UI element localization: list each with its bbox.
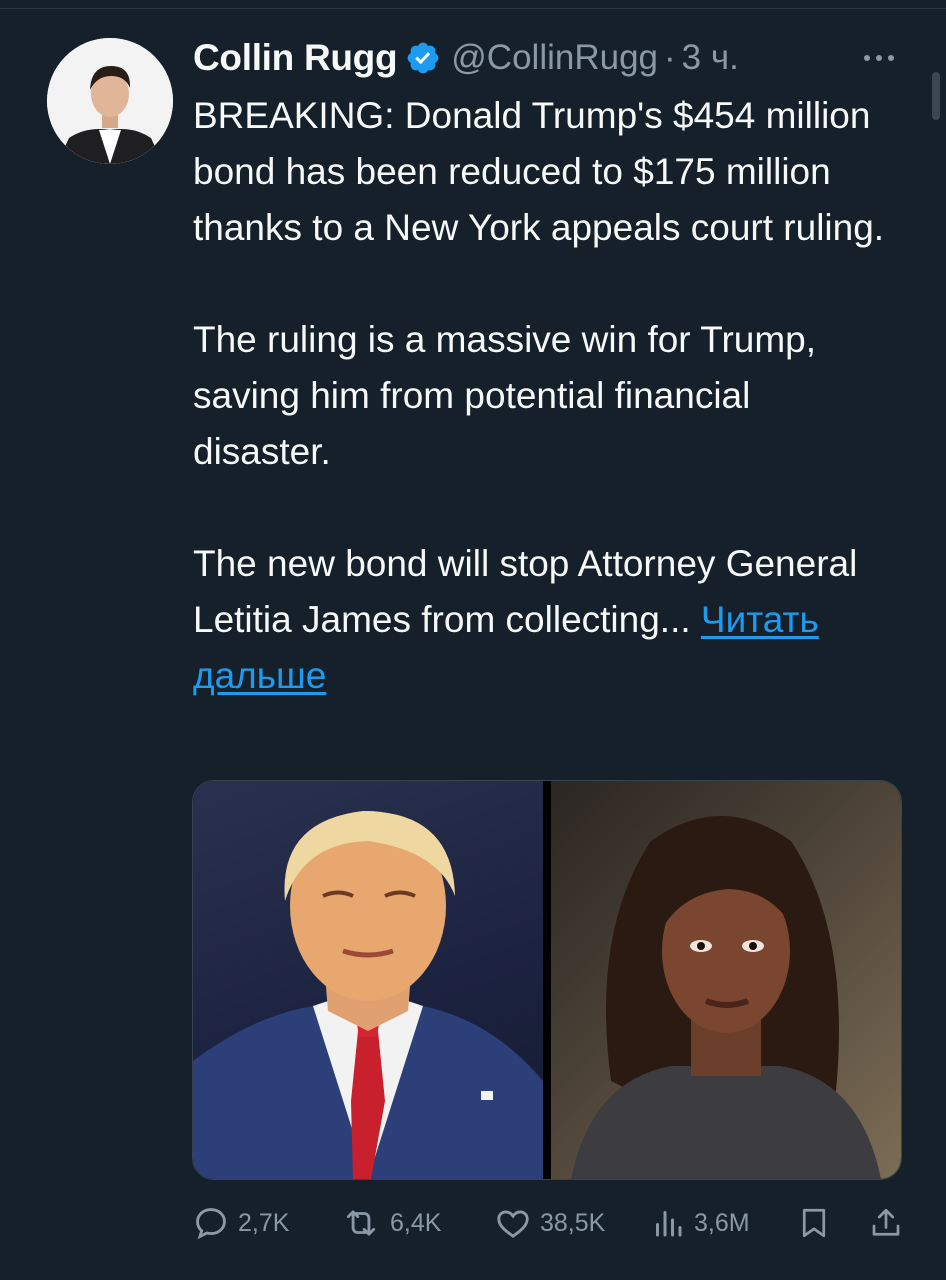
bookmark-button[interactable] bbox=[796, 1198, 840, 1248]
bookmark-icon bbox=[802, 1208, 826, 1238]
share-icon bbox=[872, 1208, 900, 1236]
author-handle[interactable]: @CollinRugg bbox=[451, 38, 658, 78]
action-bar: 2,7K 6,4K 38,5K 3,6M bbox=[192, 1198, 904, 1248]
like-count: 38,5K bbox=[540, 1208, 606, 1237]
timestamp[interactable]: 3 ч. bbox=[682, 38, 739, 78]
views-icon bbox=[656, 1211, 682, 1237]
more-icon[interactable] bbox=[856, 40, 902, 76]
verified-badge-icon bbox=[407, 42, 439, 74]
author-name[interactable]: Collin Rugg bbox=[193, 37, 398, 79]
views-count: 3,6M bbox=[694, 1208, 750, 1237]
tweet-paragraph-2: The ruling is a massive win for Trump, s… bbox=[193, 319, 817, 472]
tweet-text: BREAKING: Donald Trump's $454 million bo… bbox=[193, 88, 893, 704]
reply-button[interactable]: 2,7K bbox=[192, 1198, 289, 1248]
repost-count: 6,4K bbox=[390, 1208, 442, 1237]
reply-icon bbox=[196, 1208, 226, 1240]
tweet-header: Collin Rugg @CollinRugg · 3 ч. bbox=[193, 32, 739, 84]
share-button[interactable] bbox=[868, 1198, 912, 1248]
tweet-paragraph-3: The new bond will stop Attorney General … bbox=[193, 536, 893, 704]
media-image-james[interactable] bbox=[551, 781, 901, 1179]
repost-icon bbox=[346, 1210, 376, 1236]
avatar[interactable] bbox=[47, 38, 173, 164]
repost-button[interactable]: 6,4K bbox=[340, 1198, 441, 1248]
reply-count: 2,7K bbox=[238, 1208, 290, 1237]
tweet-paragraph-1: BREAKING: Donald Trump's $454 million bo… bbox=[193, 95, 885, 248]
media-image-trump[interactable] bbox=[193, 781, 543, 1179]
scrollbar[interactable] bbox=[932, 72, 940, 120]
like-icon bbox=[497, 1210, 529, 1238]
separator-dot: · bbox=[664, 38, 676, 77]
views-button[interactable]: 3,6M bbox=[650, 1198, 750, 1248]
tweet-media[interactable] bbox=[192, 780, 902, 1180]
like-button[interactable]: 38,5K bbox=[494, 1198, 605, 1248]
divider bbox=[0, 8, 946, 9]
